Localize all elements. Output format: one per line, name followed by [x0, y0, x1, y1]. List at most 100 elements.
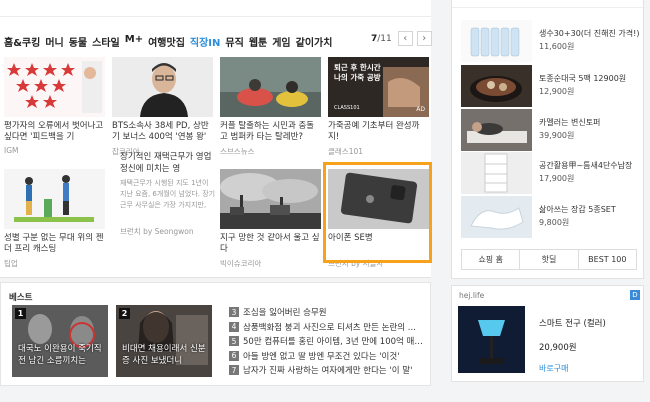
- ad-product-name: 스마트 전구 (컬러): [539, 319, 606, 329]
- card-thumbnail: [220, 169, 321, 229]
- category-content-box: 홈&쿠킹 머니 동물 스타일 M+ 여행맛집 직장IN 뮤직 웹툰 게임 같이가…: [0, 0, 432, 278]
- content-card[interactable]: 평가자의 오류에서 벗어나고 싶다면 '피드백을 기 IGM: [4, 57, 105, 155]
- best-thumb[interactable]: 1 대국노 이완용이 죽기직전 남긴 소름끼치는: [12, 305, 108, 377]
- best-rank-list: 3 조심을 잃어버린 승무원 4 삼풍백화점 붕괴 사진으로 티셔츠 만든 논란의 …: [229, 305, 425, 378]
- card-thumbnail: [112, 57, 213, 117]
- shop-item[interactable]: 생수30+30(더 진해진 가격!) 11,600원: [461, 20, 641, 62]
- card-body: 재택근무가 시행된 지도 1년이 지난 요즘, 6개월이 넘었다. 장기 근무 …: [120, 179, 216, 209]
- next-page-button[interactable]: ›: [416, 31, 432, 46]
- shop-item[interactable]: 토종순대국 5팩 12900원 12,900원: [461, 65, 641, 107]
- ad-price: 20,900원: [539, 343, 577, 353]
- category-tab-home-cooking[interactable]: 홈&쿠킹: [4, 34, 40, 49]
- shop-item-name: 공간활용甲~틈새4단수납장: [539, 161, 633, 170]
- tab-hot-deal[interactable]: 핫딜: [520, 250, 579, 269]
- divider: [0, 16, 431, 17]
- category-tab-webtoon[interactable]: 웹툰: [249, 34, 267, 49]
- card-title: 성별 구분 없는 무대 위의 젠더 프리 캐스팅: [4, 233, 104, 254]
- shop-item[interactable]: 삶아쓰는 장갑 5종SET 9,800원: [461, 196, 641, 238]
- card-title: BTS소속사 38세 PD, 상반기 보너스 400억 '연봉 왕': [112, 121, 209, 142]
- page-count: 7/11: [371, 34, 392, 44]
- rank-text: 조심을 잃어버린 승무원: [243, 308, 327, 319]
- card-title: 장기적인 재택근무가 영업정신에 미치는 영: [120, 152, 212, 174]
- category-tab-music[interactable]: 뮤직: [225, 34, 243, 49]
- category-tab-animal[interactable]: 동물: [69, 34, 87, 49]
- shop-item-thumb: [461, 65, 532, 107]
- shop-item-name: 삶아쓰는 장갑 5종SET: [539, 205, 616, 214]
- overlay-text-2: 나의 가죽 공방: [334, 73, 381, 82]
- shopping-panel-header: [452, 0, 643, 8]
- card-title: 지구 망한 것 같아서 울고 싶다: [220, 233, 320, 254]
- shop-item[interactable]: 공간활용甲~틈새4단수납장 17,900원: [461, 152, 641, 194]
- shop-item-price: 9,800원: [539, 218, 570, 227]
- rank-number: 4: [229, 321, 239, 332]
- category-tab-job[interactable]: 직장IN: [190, 34, 221, 49]
- best-caption: 대국노 이완용이 죽기직전 남긴 소름끼치는: [18, 344, 102, 366]
- card-source: 빅이슈코리아: [220, 259, 262, 268]
- card-source: IGM: [4, 146, 19, 155]
- card-source: 팁업: [4, 259, 18, 268]
- tab-best-100[interactable]: BEST 100: [579, 250, 636, 269]
- best-thumb[interactable]: 2 비대면 채용이래서 신분증 사진 보냈더니: [116, 305, 212, 377]
- card-thumbnail: 퇴근 후 한시간 나의 가죽 공방 CLASS101 AD: [328, 57, 429, 117]
- category-tab-game[interactable]: 게임: [272, 34, 290, 49]
- rank-item[interactable]: 6 아들 방엔 없고 딸 방엔 무조건 있다는 '이것': [229, 349, 425, 364]
- rank-item[interactable]: 5 50만 컴퓨터를 홍린 아이템, 3년 만에 100억 매출 ...: [229, 334, 425, 349]
- shopping-panel: 생수30+30(더 진해진 가격!) 11,600원 토종순대국 5팩 1290…: [451, 0, 644, 279]
- tab-shopping-home[interactable]: 쇼핑 홈: [462, 250, 521, 269]
- ad-image: [458, 306, 525, 373]
- category-tab-mplus[interactable]: M+: [125, 34, 143, 49]
- content-card[interactable]: 퇴근 후 한시간 나의 가죽 공방 CLASS101 AD 가죽공예 기초부터 …: [328, 57, 429, 157]
- content-card[interactable]: BTS소속사 38세 PD, 상반기 보너스 400억 '연봉 왕' 잡코리아: [112, 57, 213, 157]
- card-thumbnail: [220, 57, 321, 117]
- ad-info-badge[interactable]: D: [630, 290, 640, 300]
- rank-badge: 1: [15, 308, 26, 319]
- rank-number: 3: [229, 307, 239, 318]
- content-card[interactable]: 커플 탈출하는 시민과 충돌고 범퍼카 타는 탈레반? 스브스뉴스: [220, 57, 321, 157]
- rank-number: 7: [229, 365, 239, 376]
- card-title: 가죽공예 기초부터 완성까지!: [328, 121, 420, 142]
- content-card[interactable]: 지구 망한 것 같아서 울고 싶다 빅이슈코리아: [220, 169, 321, 269]
- rank-text: 남자가 진짜 사랑하는 여자에게만 한다는 '이 말': [243, 366, 413, 377]
- category-tab-money[interactable]: 머니: [45, 34, 63, 49]
- ad-source: hej.life: [459, 291, 485, 300]
- rank-text: 아들 방엔 없고 딸 방엔 무조건 있다는 '이것': [243, 351, 400, 362]
- best-section: 베스트 1 대국노 이완용이 죽기직전 남긴 소름끼치는 2 비대면 채용이래서…: [0, 282, 431, 386]
- category-tab-together[interactable]: 같이가치: [296, 34, 333, 49]
- rank-text: 삼풍백화점 붕괴 사진으로 티셔츠 만든 논란의 ...: [243, 322, 416, 333]
- card-source: 브런치 by Seongwon: [120, 227, 194, 236]
- prev-page-button[interactable]: ‹: [397, 31, 413, 46]
- shop-item-thumb: [461, 109, 532, 151]
- shop-item-thumb: [461, 20, 532, 62]
- class101-logo: CLASS101: [334, 105, 360, 111]
- rank-text: 50만 컴퓨터를 홍린 아이템, 3년 만에 100억 매출 ...: [243, 337, 425, 348]
- card-source: 클래스101: [328, 147, 364, 156]
- best-caption: 비대면 채용이래서 신분증 사진 보냈더니: [122, 344, 206, 366]
- selection-highlight: [323, 162, 432, 263]
- shop-item-thumb: [461, 196, 532, 238]
- ad-badge: AD: [416, 106, 425, 113]
- shop-item-price: 11,600원: [539, 42, 575, 51]
- rank-item[interactable]: 3 조심을 잃어버린 승무원: [229, 305, 425, 320]
- category-nav: 홈&쿠킹 머니 동물 스타일 M+ 여행맛집 직장IN 뮤직 웹툰 게임 같이가…: [4, 34, 332, 49]
- shop-item-price: 17,900원: [539, 174, 575, 183]
- rank-item[interactable]: 7 남자가 진짜 사랑하는 여자에게만 한다는 '이 말': [229, 363, 425, 378]
- shop-item-name: 생수30+30(더 진해진 가격!): [539, 29, 640, 38]
- rank-number: 6: [229, 350, 239, 361]
- page-total: /11: [377, 33, 392, 44]
- ad-box[interactable]: hej.life D 스마트 전구 (컬러) 20,900원 바로구매: [451, 285, 644, 382]
- content-card-text[interactable]: 장기적인 재택근무가 영업정신에 미치는 영 재택근무가 시행된 지도 1년이 …: [120, 151, 216, 237]
- category-tab-style[interactable]: 스타일: [92, 34, 120, 49]
- category-tab-travel[interactable]: 여행맛집: [148, 34, 185, 49]
- card-thumbnail: [4, 57, 105, 117]
- rank-badge: 2: [119, 308, 130, 319]
- ad-buy-link[interactable]: 바로구매: [539, 363, 568, 374]
- content-card[interactable]: 성별 구분 없는 무대 위의 젠더 프리 캐스팅 팁업: [4, 169, 105, 269]
- rank-number: 5: [229, 336, 239, 347]
- shopping-tabs: 쇼핑 홈 핫딜 BEST 100: [461, 249, 637, 270]
- category-pager: 7/11 ‹ ›: [371, 31, 432, 46]
- rank-item[interactable]: 4 삼풍백화점 붕괴 사진으로 티셔츠 만든 논란의 ...: [229, 320, 425, 335]
- shop-item[interactable]: 카멜러는 변신토퍼 39,900원: [461, 109, 641, 151]
- shop-item-thumb: [461, 152, 532, 194]
- shop-item-price: 12,900원: [539, 87, 575, 96]
- overlay-text-1: 퇴근 후 한시간: [334, 63, 381, 72]
